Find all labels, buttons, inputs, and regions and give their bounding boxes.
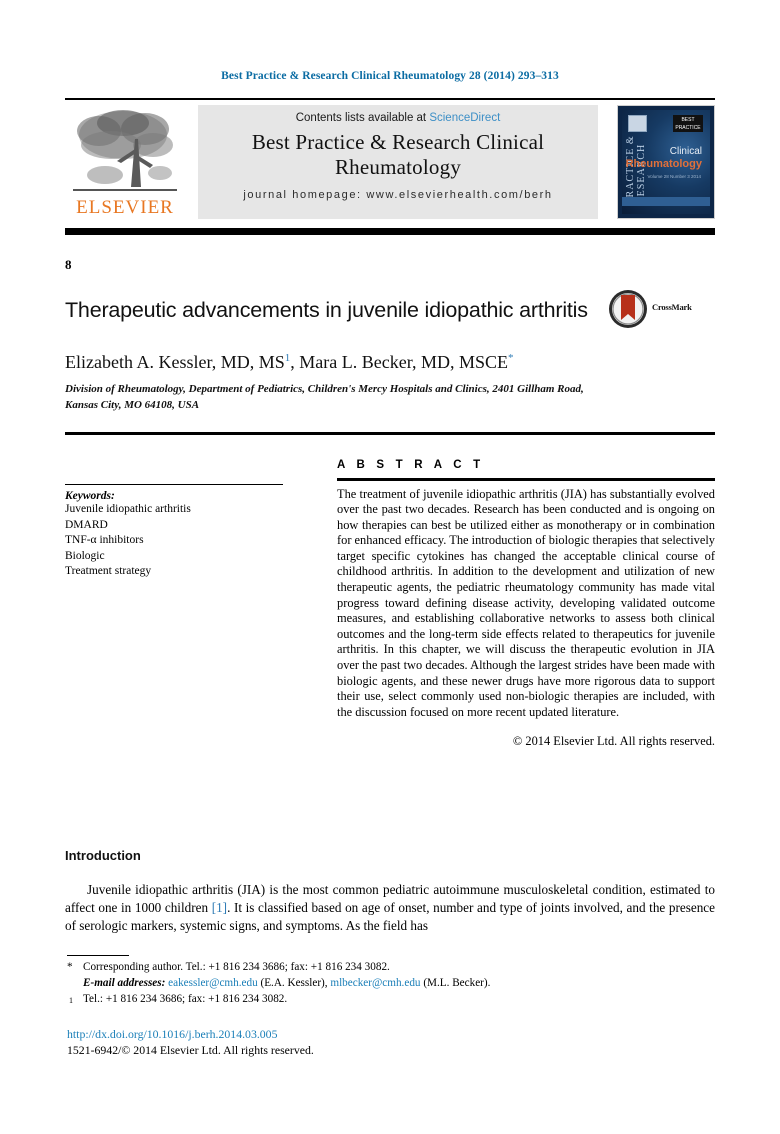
affiliation: Division of Rheumatology, Department of … <box>65 383 584 411</box>
cover-art: BEST PRACTICE PRACTICE & RESEARCH Clinic… <box>622 110 710 214</box>
abstract-column: A B S T R A C T The treatment of juvenil… <box>337 440 715 749</box>
email-owner-becker: (M.L. Becker). <box>423 976 491 989</box>
crossmark-icon <box>609 290 647 328</box>
elsevier-tree-icon <box>73 110 177 191</box>
footnote-mark-one: 1 <box>69 995 73 1005</box>
footnote-note-1: 1 Tel.: +1 816 234 3686; fax: +1 816 234 … <box>67 992 707 1008</box>
cover-title-line1: Clinical <box>669 146 702 157</box>
journal-article-page: Best Practice & Research Clinical Rheuma… <box>0 0 780 1134</box>
email-addresses-label: E-mail addresses: <box>83 976 166 989</box>
header-black-bar <box>65 228 715 235</box>
citation-link-1[interactable]: [1] <box>212 900 227 915</box>
journal-header: ELSEVIER Contents lists available at Sci… <box>65 103 715 221</box>
cover-title-line3: Volume 28 Number 3 2014 <box>647 174 701 179</box>
footnote-mark-asterisk: * <box>67 961 73 973</box>
journal-title: Best Practice & Research Clinical Rheuma… <box>251 130 545 179</box>
footnote-corresponding-author: * Corresponding author. Tel.: +1 816 234 … <box>67 960 707 976</box>
cover-best-practice-badge: BEST PRACTICE <box>673 115 703 132</box>
abstract-heading: A B S T R A C T <box>337 459 485 471</box>
contents-list-line: Contents lists available at ScienceDirec… <box>198 112 598 124</box>
journal-homepage-link[interactable]: journal homepage: www.elsevierhealth.com… <box>198 189 598 201</box>
footnote-separator <box>67 955 129 956</box>
crossmark-badge[interactable]: CrossMark <box>608 289 716 331</box>
introduction-paragraph: Juvenile idiopathic arthritis (JIA) is t… <box>65 881 715 935</box>
elsevier-logo: ELSEVIER <box>65 105 185 219</box>
cover-bottom-band <box>622 197 710 206</box>
footnote-note-1-text: Tel.: +1 816 234 3686; fax: +1 816 234 3… <box>83 992 288 1005</box>
keyword-item: Biologic <box>65 549 105 562</box>
keyword-item: DMARD <box>65 518 108 531</box>
author-two-footnote-mark[interactable]: * <box>508 352 514 364</box>
journal-banner: Contents lists available at ScienceDirec… <box>198 105 598 219</box>
journal-cover-thumbnail[interactable]: BEST PRACTICE PRACTICE & RESEARCH Clinic… <box>617 105 715 219</box>
abstract-copyright: © 2014 Elsevier Ltd. All rights reserved… <box>512 734 715 749</box>
sciencedirect-link[interactable]: ScienceDirect <box>429 112 500 124</box>
crossmark-label: CrossMark <box>652 302 692 312</box>
page-title: Therapeutic advancements in juvenile idi… <box>65 298 588 323</box>
elsevier-wordmark: ELSEVIER <box>76 197 174 218</box>
abstract-body: The treatment of juvenile idiopathic art… <box>337 486 715 719</box>
section-heading-introduction: Introduction <box>65 848 141 863</box>
doi-link[interactable]: http://dx.doi.org/10.1016/j.berh.2014.03… <box>67 1027 277 1042</box>
abstract-rule <box>337 478 715 481</box>
email-link-kessler[interactable]: eakessler@cmh.edu <box>168 977 258 989</box>
email-owner-kessler: (E.A. Kessler), <box>260 976 328 989</box>
cover-title-line2: Rheumatology <box>625 158 702 170</box>
keywords-label: Keywords: <box>65 490 115 502</box>
header-top-rule <box>65 98 715 100</box>
contents-prefix: Contents lists available at <box>295 112 430 124</box>
author-two: , Mara L. Becker, MD, MSCE <box>290 352 509 372</box>
email-link-becker[interactable]: mlbecker@cmh.edu <box>330 977 420 989</box>
running-head: Best Practice & Research Clinical Rheuma… <box>221 70 559 82</box>
keywords-rule <box>65 484 283 485</box>
keyword-item: Treatment strategy <box>65 565 152 577</box>
issn-copyright: 1521-6942/© 2014 Elsevier Ltd. All right… <box>67 1043 314 1057</box>
keywords-column: Keywords: Juvenile idiopathic arthritis … <box>65 440 310 580</box>
keyword-item: Juvenile idiopathic arthritis <box>65 503 191 515</box>
footnote-corresponding-text: Corresponding author. Tel.: +1 816 234 3… <box>83 961 390 973</box>
article-info-top-rule <box>65 432 715 435</box>
footnote-emails: E-mail addresses: eakessler@cmh.edu (E.A… <box>67 976 707 992</box>
chapter-number: 8 <box>65 257 72 272</box>
footnotes: * Corresponding author. Tel.: +1 816 234 … <box>67 960 707 1007</box>
keyword-item: TNF-α inhibitors <box>65 534 144 546</box>
keywords-list: Juvenile idiopathic arthritis DMARD TNF-… <box>65 502 310 580</box>
author-one: Elizabeth A. Kessler, MD, MS <box>65 352 285 372</box>
author-list: Elizabeth A. Kessler, MD, MS1, Mara L. B… <box>65 352 715 373</box>
